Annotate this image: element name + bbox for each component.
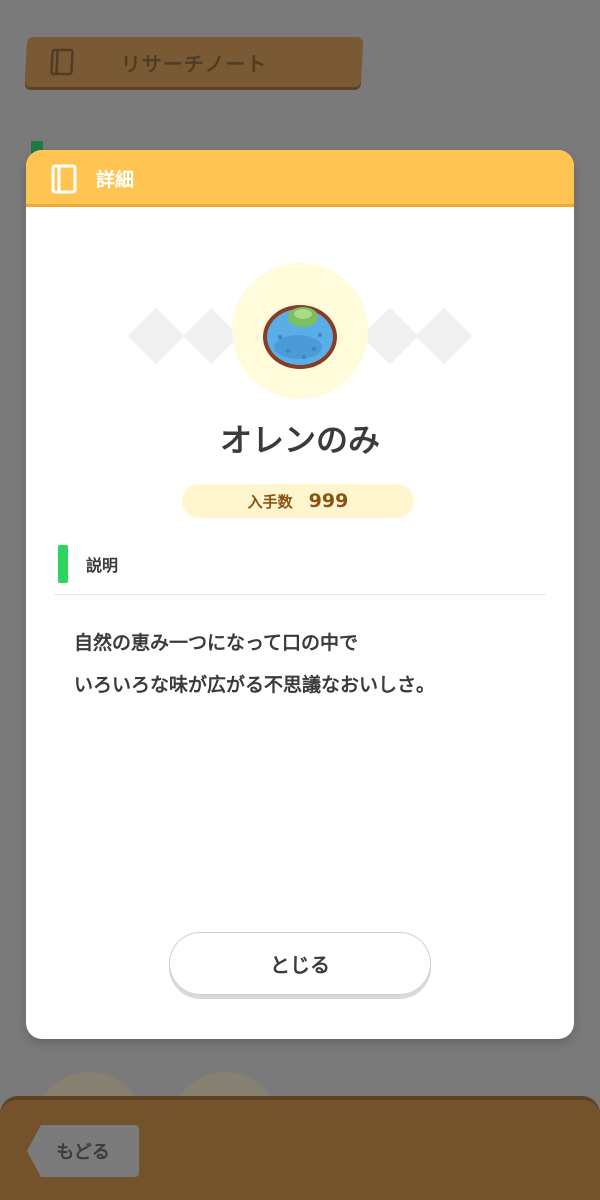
back-button[interactable]: もどる xyxy=(27,1125,139,1177)
detail-modal: 詳細 オレンのみ 入手数 999 説明 自然の恵み一つになって口の中で いろいろ… xyxy=(26,150,574,1039)
modal-header: 詳細 xyxy=(26,150,574,207)
item-name: オレンのみ xyxy=(219,421,380,459)
decorative-diamond xyxy=(415,307,473,365)
item-count-badge: 入手数 999 xyxy=(182,484,414,518)
section-label: 説明 xyxy=(86,556,119,575)
modal-title: 詳細 xyxy=(96,169,135,191)
decorative-diamond xyxy=(182,307,240,365)
description-line: いろいろな味が広がる不思議なおいしさ。 xyxy=(74,674,436,696)
description-line: 自然の恵み一つになって口の中で xyxy=(74,632,359,654)
oran-berry-icon xyxy=(263,305,337,369)
divider xyxy=(54,594,546,595)
decorative-diamond xyxy=(361,307,419,365)
research-note-title: リサーチノート xyxy=(120,51,268,76)
section-accent-bar xyxy=(58,545,68,583)
decorative-diamond xyxy=(127,307,185,365)
description-section-header: 説明 xyxy=(58,545,118,583)
close-button[interactable]: とじる xyxy=(169,932,431,995)
book-icon xyxy=(51,164,77,194)
count-value: 999 xyxy=(308,490,349,512)
count-label: 入手数 xyxy=(247,492,293,511)
item-description: 自然の恵み一つになって口の中で いろいろな味が広がる不思議なおいしさ。 xyxy=(74,622,544,706)
research-note-header: リサーチノート xyxy=(24,37,364,87)
